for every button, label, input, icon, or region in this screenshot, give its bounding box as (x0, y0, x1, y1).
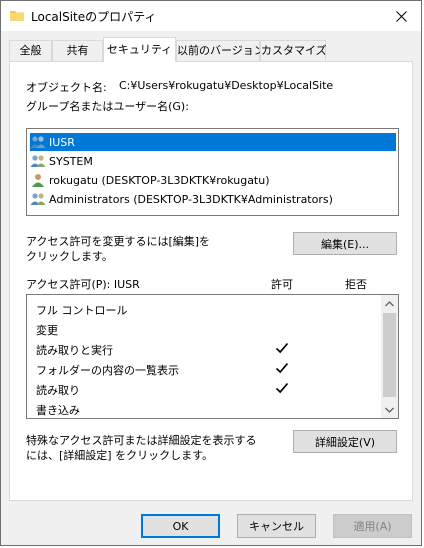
advanced-note-line1: 特殊なアクセス許可または詳細設定を表示する (26, 434, 257, 447)
apply-button: 適用(A) (333, 514, 412, 538)
group-users-icon (30, 136, 46, 148)
group-users-icon (30, 155, 46, 167)
tab-general[interactable]: 全般 (9, 40, 52, 61)
permissions-list[interactable]: フル コントロール 変更 読み取りと実行 フォルダーの内容の一覧表示 読み取り … (26, 294, 399, 419)
ok-button[interactable]: OK (141, 514, 220, 538)
permission-name: 変更 (36, 324, 58, 337)
close-button[interactable] (381, 1, 421, 31)
object-name-value: C:¥Users¥rokugatu¥Desktop¥LocalSite (119, 79, 334, 92)
list-item[interactable]: SYSTEM (30, 152, 396, 170)
object-name-label: オブジェクト名: (26, 81, 107, 94)
tab-sharing[interactable]: 共有 (52, 40, 103, 61)
permission-name: 書き込み (36, 404, 80, 417)
check-icon (275, 382, 289, 394)
table-row: フル コントロール (36, 300, 376, 320)
table-row: フォルダーの内容の一覧表示 (36, 360, 376, 380)
permissions-scrollbar[interactable] (381, 295, 398, 418)
permission-name: フォルダーの内容の一覧表示 (36, 364, 179, 377)
chevron-up-icon (385, 300, 394, 306)
title-bar[interactable]: LocalSiteのプロパティ (1, 1, 421, 31)
change-note-line1: アクセス許可を変更するには[編集]を (26, 235, 211, 248)
table-row: 読み取りと実行 (36, 340, 376, 360)
single-user-icon (32, 174, 44, 187)
window-title: LocalSiteのプロパティ (31, 10, 157, 24)
user-name: SYSTEM (49, 154, 93, 168)
user-name: rokugatu (DESKTOP-3L3DKTK¥rokugatu) (49, 173, 270, 187)
change-note-line2: クリックします。 (26, 250, 113, 263)
cancel-button[interactable]: キャンセル (237, 514, 316, 538)
scroll-thumb[interactable] (383, 313, 396, 397)
properties-dialog: LocalSiteのプロパティ 全般 共有 セキュリティ 以前のバージョン カス… (0, 0, 422, 546)
check-icon (275, 362, 289, 374)
permissions-header: アクセス許可(P): IUSR (26, 278, 140, 291)
check-icon (275, 342, 289, 354)
groups-label: グループ名またはユーザー名(G): (26, 100, 189, 113)
permission-name: 読み取り (36, 384, 80, 397)
table-row: 読み取り (36, 380, 376, 400)
advanced-note-line2: には、[詳細設定] をクリックします。 (26, 449, 213, 462)
advanced-button[interactable]: 詳細設定(V) (293, 430, 397, 453)
allow-column-header: 許可 (271, 278, 293, 291)
user-name: IUSR (49, 135, 75, 149)
table-row: 変更 (36, 320, 376, 340)
scroll-down-button[interactable] (381, 401, 398, 418)
list-item[interactable]: IUSR (30, 133, 396, 151)
tab-customize[interactable]: カスタマイズ (260, 40, 327, 61)
edit-button[interactable]: 編集(E)... (293, 232, 397, 255)
scroll-up-button[interactable] (381, 295, 398, 312)
close-icon (395, 10, 407, 22)
permission-name: フル コントロール (36, 304, 128, 317)
list-item[interactable]: rokugatu (DESKTOP-3L3DKTK¥rokugatu) (30, 171, 396, 189)
tab-security[interactable]: セキュリティ (103, 37, 176, 62)
tab-previous-versions[interactable]: 以前のバージョン (176, 40, 265, 61)
user-list[interactable]: IUSR SYSTEM rokugatu (DESKTOP-3L3DKTK¥ro… (26, 128, 399, 216)
deny-column-header: 拒否 (345, 278, 367, 291)
table-row: 書き込み (36, 400, 376, 418)
chevron-down-icon (385, 407, 394, 413)
group-users-icon (30, 193, 46, 205)
user-name: Administrators (DESKTOP-3L3DKTK¥Administ… (49, 192, 333, 206)
permission-name: 読み取りと実行 (36, 344, 113, 357)
folder-icon (10, 11, 24, 21)
list-item[interactable]: Administrators (DESKTOP-3L3DKTK¥Administ… (30, 190, 396, 208)
